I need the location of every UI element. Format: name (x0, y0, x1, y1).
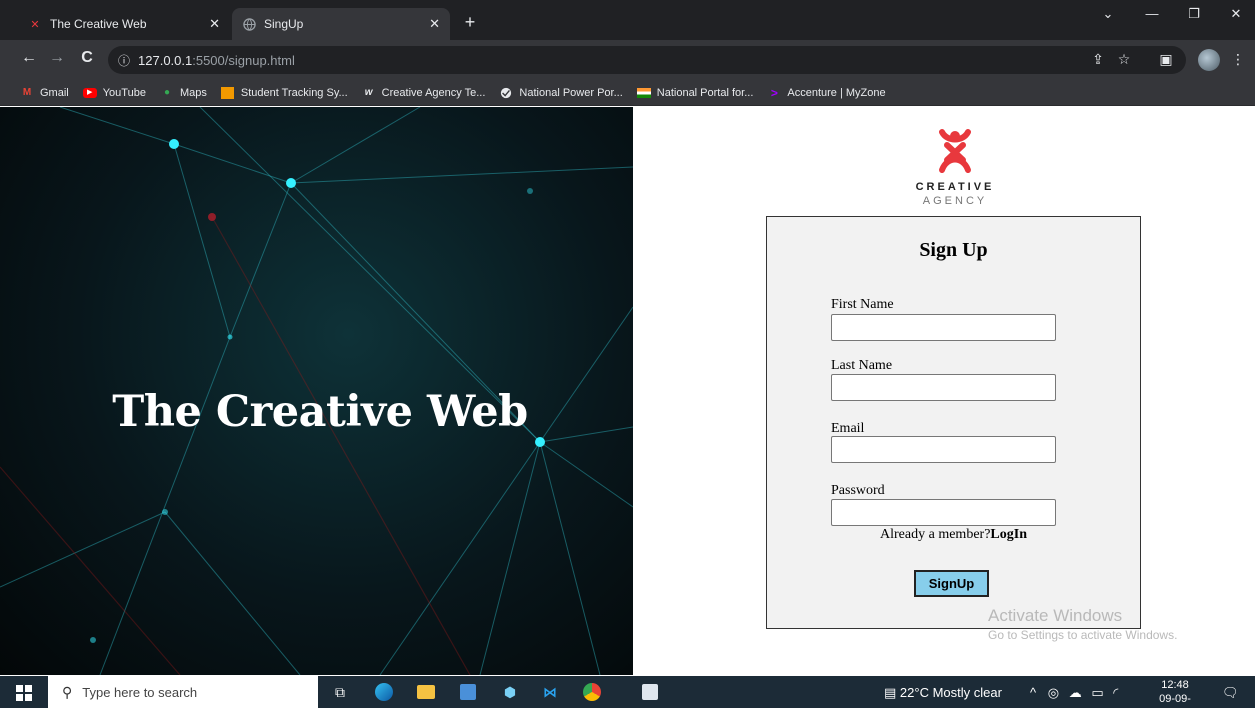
word-icon[interactable] (640, 682, 660, 702)
last-name-label: Last Name (831, 358, 893, 373)
already-member-label: Already a member? (880, 527, 991, 542)
system-tray-icons[interactable]: ^ ◎ ☁ ▭ ◜ (1030, 685, 1118, 701)
tab-title: SingUp (264, 17, 304, 31)
clock-time: 12:48 (1161, 679, 1189, 691)
bookmark-student-tracking[interactable]: Student Tracking Sy... (221, 86, 348, 99)
reload-icon[interactable]: C (76, 49, 98, 67)
onedrive-icon[interactable]: ☁ (1069, 685, 1082, 700)
search-placeholder: Type here to search (82, 684, 198, 700)
share-icon[interactable]: ⇪ (1088, 51, 1108, 68)
w-icon: w (364, 87, 373, 98)
weather-text: 22°C Mostly clear (899, 685, 1002, 700)
signup-form: Sign Up First Name Last Name Email Passw… (766, 216, 1141, 629)
password-input[interactable] (831, 499, 1056, 526)
bookmark-maps[interactable]: ● Maps (160, 87, 207, 99)
info-icon[interactable]: ⓘ (118, 52, 130, 69)
maps-icon: ● (163, 87, 170, 98)
bookmark-gmail[interactable]: M Gmail (20, 87, 69, 99)
forward-arrow-icon[interactable]: → (46, 49, 68, 67)
app-hexagon-icon[interactable]: ⬢ (500, 682, 520, 702)
password-label: Password (831, 483, 885, 498)
new-tab-button[interactable]: + (458, 12, 482, 33)
flag-icon (636, 87, 651, 99)
edge-browser-icon[interactable] (374, 682, 394, 702)
address-bar[interactable]: ⓘ 127.0.0.1:5500/signup.html (108, 46, 1186, 74)
bookmarks-bar: M Gmail ▶ YouTube ● Maps Student Trackin… (0, 80, 1255, 106)
browser-tab-strip: ✕ The Creative Web ✕ SingUp ✕ + ⌄ — ❐ ✕ (0, 0, 1255, 40)
login-link[interactable]: LogIn (990, 527, 1027, 542)
logo-word-creative: CREATIVE (915, 181, 995, 193)
email-label: Email (831, 421, 865, 436)
network-icon[interactable]: ◎ (1048, 685, 1059, 700)
activate-windows-watermark: Activate Windows Go to Settings to activ… (988, 606, 1177, 642)
profile-avatar[interactable] (1198, 49, 1220, 71)
hero-title: The Creative Web (112, 387, 528, 437)
last-name-input[interactable] (831, 374, 1056, 401)
globe-icon (499, 87, 513, 99)
creative-favicon-icon: ✕ (30, 18, 40, 31)
back-arrow-icon[interactable]: ← (18, 49, 40, 67)
battery-icon[interactable]: ▭ (1091, 685, 1103, 700)
url-host: 127.0.0.1 (138, 52, 193, 68)
weather-icon: ▤ (884, 685, 897, 700)
gmail-icon: M (22, 87, 32, 98)
menu-kebab-icon[interactable]: ⋮ (1228, 51, 1248, 68)
accenture-icon: > (770, 85, 778, 100)
chevron-up-icon[interactable]: ^ (1030, 685, 1036, 700)
search-icon: ⚲ (62, 683, 73, 700)
side-panel-icon[interactable]: ▣ (1156, 51, 1176, 68)
bookmark-creative-agency[interactable]: w Creative Agency Te... (362, 87, 486, 99)
tab-close-icon[interactable]: ✕ (429, 16, 440, 32)
tab-close-icon[interactable]: ✕ (209, 16, 220, 32)
weather-widget[interactable]: ▤ 22°C Mostly clear (884, 685, 1002, 701)
notification-center-icon[interactable]: 🗨 (1222, 685, 1239, 701)
windows-start-icon[interactable] (16, 685, 32, 701)
already-member-text: Already a member?LogIn (767, 527, 1140, 543)
chrome-icon[interactable] (582, 682, 602, 702)
hero-panel: The Creative Web (0, 107, 633, 675)
task-view-icon[interactable]: ⧉ (330, 682, 350, 702)
taskbar-search-box[interactable]: ⚲ Type here to search (48, 676, 318, 708)
creative-logo-mark-icon (939, 129, 971, 173)
wifi-icon[interactable]: ◜ (1113, 685, 1118, 700)
windows-taskbar: ⚲ Type here to search ⧉ ⬢ ⋈ ▤ 22°C Mostl… (0, 676, 1255, 708)
tab-search-icon[interactable]: ⌄ (1096, 6, 1120, 22)
minimize-button[interactable]: — (1140, 6, 1164, 21)
vscode-icon[interactable]: ⋈ (540, 682, 560, 702)
signup-button[interactable]: SignUp (914, 570, 989, 597)
bookmark-national-portal[interactable]: National Portal for... (636, 87, 753, 99)
url-path: :5500/signup.html (192, 52, 295, 68)
form-title: Sign Up (919, 239, 988, 261)
email-input[interactable] (831, 436, 1056, 463)
close-window-button[interactable]: ✕ (1224, 6, 1248, 22)
activate-line1: Activate Windows (988, 606, 1123, 625)
first-name-input[interactable] (831, 314, 1056, 341)
bookmark-star-icon[interactable]: ☆ (1114, 51, 1134, 68)
store-icon[interactable] (458, 682, 478, 702)
bookmark-accenture[interactable]: > Accenture | MyZone (767, 85, 886, 100)
browser-toolbar: ← → C ⓘ 127.0.0.1:5500/signup.html ⇪ ☆ ▣… (0, 40, 1255, 80)
tab-the-creative-web[interactable]: ✕ The Creative Web ✕ (18, 8, 230, 40)
youtube-icon: ▶ (82, 87, 97, 99)
clock-date: 09-09-2023 (1159, 693, 1191, 708)
tab-title: The Creative Web (50, 17, 147, 31)
logo-word-agency: AGENCY (922, 195, 988, 207)
file-explorer-icon[interactable] (416, 682, 436, 702)
restore-button[interactable]: ❐ (1182, 6, 1206, 22)
creative-agency-logo: CREATIVE AGENCY (900, 128, 1010, 207)
taskbar-clock[interactable]: 12:48 09-09-2023 (1148, 678, 1202, 708)
tab-signup[interactable]: SingUp ✕ (232, 8, 450, 40)
first-name-label: First Name (831, 297, 894, 312)
bookmark-national-power[interactable]: National Power Por... (499, 87, 623, 99)
globe-favicon-icon (242, 17, 256, 31)
bookmark-youtube[interactable]: ▶ YouTube (82, 87, 146, 99)
chart-icon (221, 86, 235, 99)
activate-line2: Go to Settings to activate Windows. (988, 628, 1178, 642)
